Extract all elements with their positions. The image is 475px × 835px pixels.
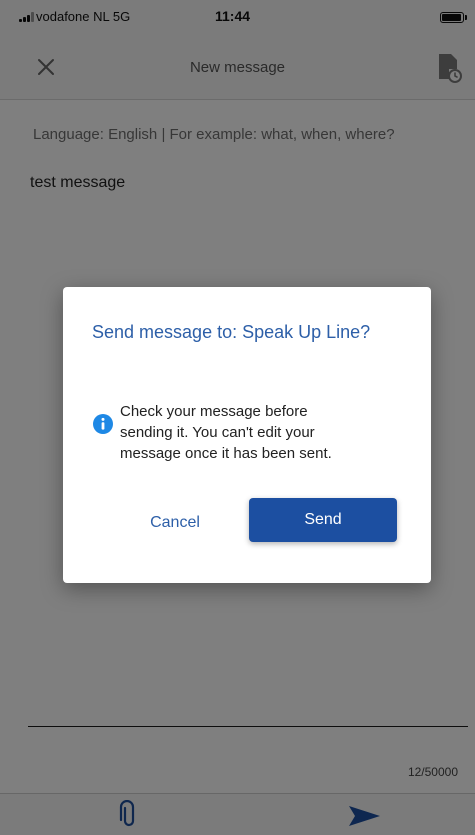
confirm-send-dialog: Send message to: Speak Up Line? Check yo…: [63, 287, 431, 583]
dialog-title: Send message to: Speak Up Line?: [92, 322, 371, 342]
compose-screen: vodafone NL 5G 11:44 New message Languag…: [0, 0, 475, 835]
dialog-message: Check your message before sending it. Yo…: [120, 401, 410, 464]
dialog-message-line: Check your message before: [120, 403, 308, 420]
dialog-message-line: message once it has been sent.: [120, 445, 332, 462]
send-button[interactable]: Send: [249, 498, 397, 542]
info-icon: [93, 414, 113, 434]
dialog-message-line: sending it. You can't edit your: [120, 424, 315, 441]
cancel-button[interactable]: Cancel: [119, 509, 231, 537]
